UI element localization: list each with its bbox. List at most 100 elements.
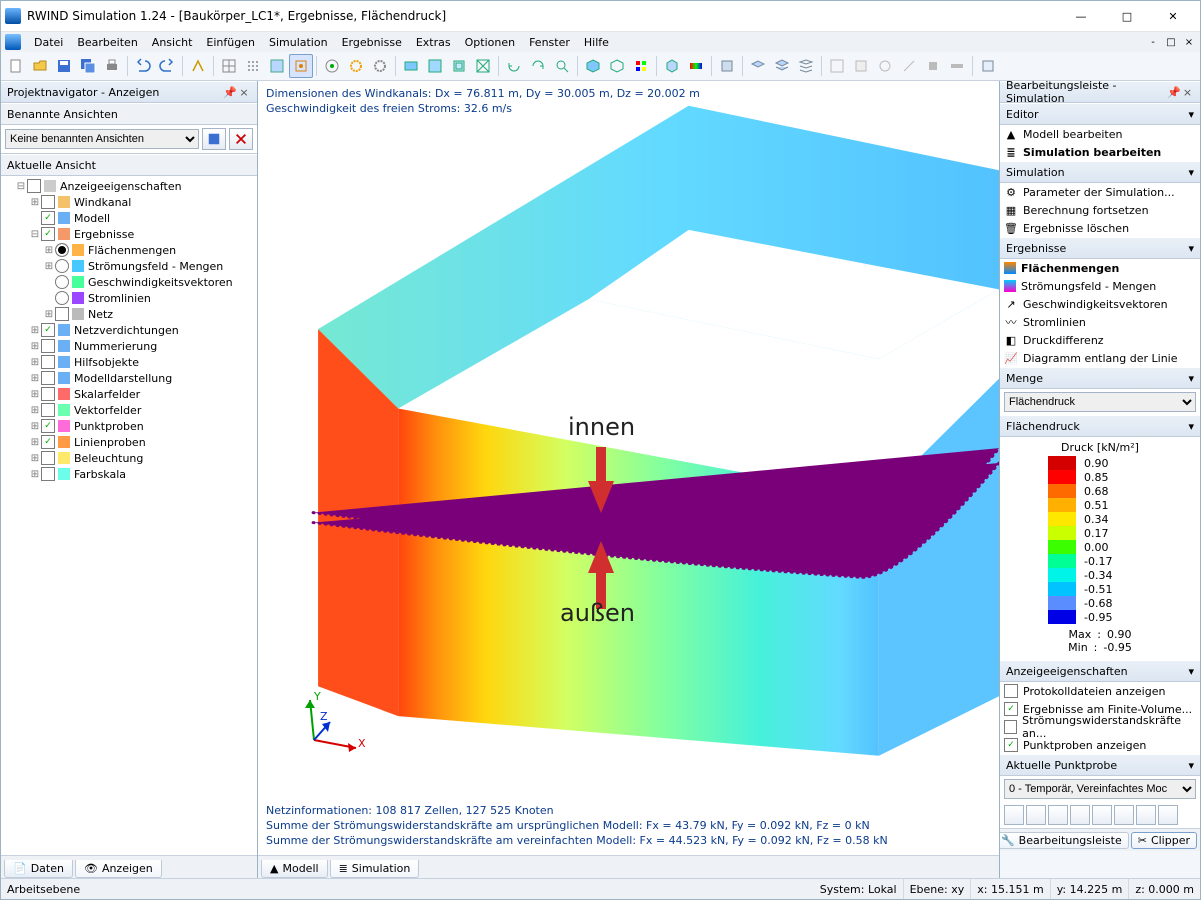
tab-bearbeitungsleiste[interactable]: 🔧Bearbeitungsleiste (999, 832, 1129, 849)
res-item-druckdifferenz[interactable]: ◧Druckdifferenz (1000, 331, 1200, 349)
right-close-icon[interactable]: × (1181, 86, 1194, 99)
tab-clipper[interactable]: ✂Clipper (1131, 832, 1197, 849)
res-item-stromlinien[interactable]: 〰Stromlinien (1000, 313, 1200, 331)
open-icon[interactable] (28, 54, 52, 78)
editor-item-modell[interactable]: ▲Modell bearbeiten (1000, 125, 1200, 143)
print-icon[interactable] (100, 54, 124, 78)
tree-item[interactable]: ⊞Skalarfelder (1, 386, 257, 402)
nav-tree[interactable]: ⊟Anzeigeeigenschaften⊞Windkanal✓Modell⊟✓… (1, 176, 257, 855)
misc4-icon[interactable] (897, 54, 921, 78)
undo-icon[interactable] (131, 54, 155, 78)
viewport-3d[interactable]: Dimensionen des Windkanals: Dx = 76.811 … (258, 81, 999, 855)
new-icon[interactable] (4, 54, 28, 78)
menu-ergebnisse[interactable]: Ergebnisse (335, 34, 409, 51)
view2-icon[interactable] (423, 54, 447, 78)
disp-item[interactable]: Strömungswiderstandskräfte an... (1000, 718, 1200, 736)
named-view-save-icon[interactable] (202, 128, 226, 150)
probe-tool3-icon[interactable] (1048, 805, 1068, 825)
probe-tool1-icon[interactable] (1004, 805, 1024, 825)
tab-daten[interactable]: 📄Daten (4, 860, 73, 878)
layer3-icon[interactable] (794, 54, 818, 78)
probe-tool6-icon[interactable] (1114, 805, 1134, 825)
zoom-icon[interactable] (550, 54, 574, 78)
grid1-icon[interactable] (217, 54, 241, 78)
gear2-icon[interactable] (368, 54, 392, 78)
gear-icon[interactable] (344, 54, 368, 78)
tab-anzeigen[interactable]: 👁Anzeigen (75, 860, 162, 878)
editor-item-simulation[interactable]: ≣Simulation bearbeiten (1000, 143, 1200, 161)
tree-item[interactable]: ⊞Flächenmengen (1, 242, 257, 258)
probe-tool4-icon[interactable] (1070, 805, 1090, 825)
menu-extras[interactable]: Extras (409, 34, 458, 51)
rotate1-icon[interactable] (502, 54, 526, 78)
res-item-stroemungsfeld[interactable]: Strömungsfeld - Mengen (1000, 277, 1200, 295)
sim-item-berechnung[interactable]: ▦Berechnung fortsetzen (1000, 201, 1200, 219)
tree-item[interactable]: Stromlinien (1, 290, 257, 306)
tab-simulation[interactable]: ≣Simulation (330, 860, 420, 878)
menu-fenster[interactable]: Fenster (522, 34, 577, 51)
sim-item-loeschen[interactable]: 🗑Ergebnisse löschen (1000, 219, 1200, 237)
menu-bearbeiten[interactable]: Bearbeiten (70, 34, 144, 51)
stripe-icon[interactable] (684, 54, 708, 78)
layer2-icon[interactable] (770, 54, 794, 78)
disp-header[interactable]: Anzeigeeigenschaften▾ (1000, 660, 1200, 682)
misc5-icon[interactable] (921, 54, 945, 78)
scale-header[interactable]: Flächendruck▾ (1000, 415, 1200, 437)
menge-header[interactable]: Menge▾ (1000, 367, 1200, 389)
tree-item[interactable]: ⊞Farbskala (1, 466, 257, 482)
iso1-icon[interactable] (581, 54, 605, 78)
right-pin-icon[interactable]: 📌 (1167, 86, 1181, 99)
tree-item[interactable]: ✓Modell (1, 210, 257, 226)
run-icon[interactable] (320, 54, 344, 78)
res-item-diagramm[interactable]: 📈Diagramm entlang der Linie (1000, 349, 1200, 367)
tree-item[interactable]: Geschwindigkeitsvektoren (1, 274, 257, 290)
tab-modell[interactable]: ▲Modell (261, 860, 328, 878)
box2-icon[interactable] (715, 54, 739, 78)
misc6-icon[interactable] (945, 54, 969, 78)
tool-a-icon[interactable] (186, 54, 210, 78)
probe-tool8-icon[interactable] (1158, 805, 1178, 825)
tree-item[interactable]: ⊞Hilfsobjekte (1, 354, 257, 370)
disp-item[interactable]: Protokolldateien anzeigen (1000, 682, 1200, 700)
layer1-icon[interactable] (746, 54, 770, 78)
redo-icon[interactable] (155, 54, 179, 78)
menu-simulation[interactable]: Simulation (262, 34, 335, 51)
misc3-icon[interactable] (873, 54, 897, 78)
color-icon[interactable] (629, 54, 653, 78)
menu-hilfe[interactable]: Hilfe (577, 34, 616, 51)
tree-item[interactable]: ⊞Modelldarstellung (1, 370, 257, 386)
misc1-icon[interactable] (825, 54, 849, 78)
mdi-close-icon[interactable]: × (1182, 35, 1196, 49)
tree-item[interactable]: ⊞✓Linienproben (1, 434, 257, 450)
menge-select[interactable]: Flächendruck (1004, 392, 1196, 412)
tree-item[interactable]: ⊞Netz (1, 306, 257, 322)
tree-item[interactable]: ⊞Vektorfelder (1, 402, 257, 418)
grid3-icon[interactable] (265, 54, 289, 78)
editor-header[interactable]: Editor▾ (1000, 103, 1200, 125)
probe-select[interactable]: 0 - Temporär, Vereinfachtes Moc (1004, 779, 1196, 799)
iso2-icon[interactable] (605, 54, 629, 78)
tree-item[interactable]: ⊞Strömungsfeld - Mengen (1, 258, 257, 274)
misc2-icon[interactable] (849, 54, 873, 78)
menu-datei[interactable]: Datei (27, 34, 70, 51)
probe-header[interactable]: Aktuelle Punktprobe▾ (1000, 754, 1200, 776)
save-all-icon[interactable] (76, 54, 100, 78)
menu-einfuegen[interactable]: Einfügen (199, 34, 262, 51)
res-item-vektoren[interactable]: ↗Geschwindigkeitsvektoren (1000, 295, 1200, 313)
box-icon[interactable] (660, 54, 684, 78)
tree-item[interactable]: ⊟Anzeigeeigenschaften (1, 178, 257, 194)
view4-icon[interactable] (471, 54, 495, 78)
ergebnisse-header[interactable]: Ergebnisse▾ (1000, 237, 1200, 259)
rotate2-icon[interactable] (526, 54, 550, 78)
tree-item[interactable]: ⊞Nummerierung (1, 338, 257, 354)
mdi-minimize-icon[interactable]: - (1146, 35, 1160, 49)
tree-item[interactable]: ⊞Beleuchtung (1, 450, 257, 466)
minimize-button[interactable]: — (1058, 1, 1104, 31)
nav-close-icon[interactable]: × (237, 86, 251, 99)
grid2-icon[interactable] (241, 54, 265, 78)
view3-icon[interactable] (447, 54, 471, 78)
tree-item[interactable]: ⊞✓Punktproben (1, 418, 257, 434)
tree-item[interactable]: ⊟✓Ergebnisse (1, 226, 257, 242)
tree-item[interactable]: ⊞Windkanal (1, 194, 257, 210)
menu-ansicht[interactable]: Ansicht (145, 34, 200, 51)
